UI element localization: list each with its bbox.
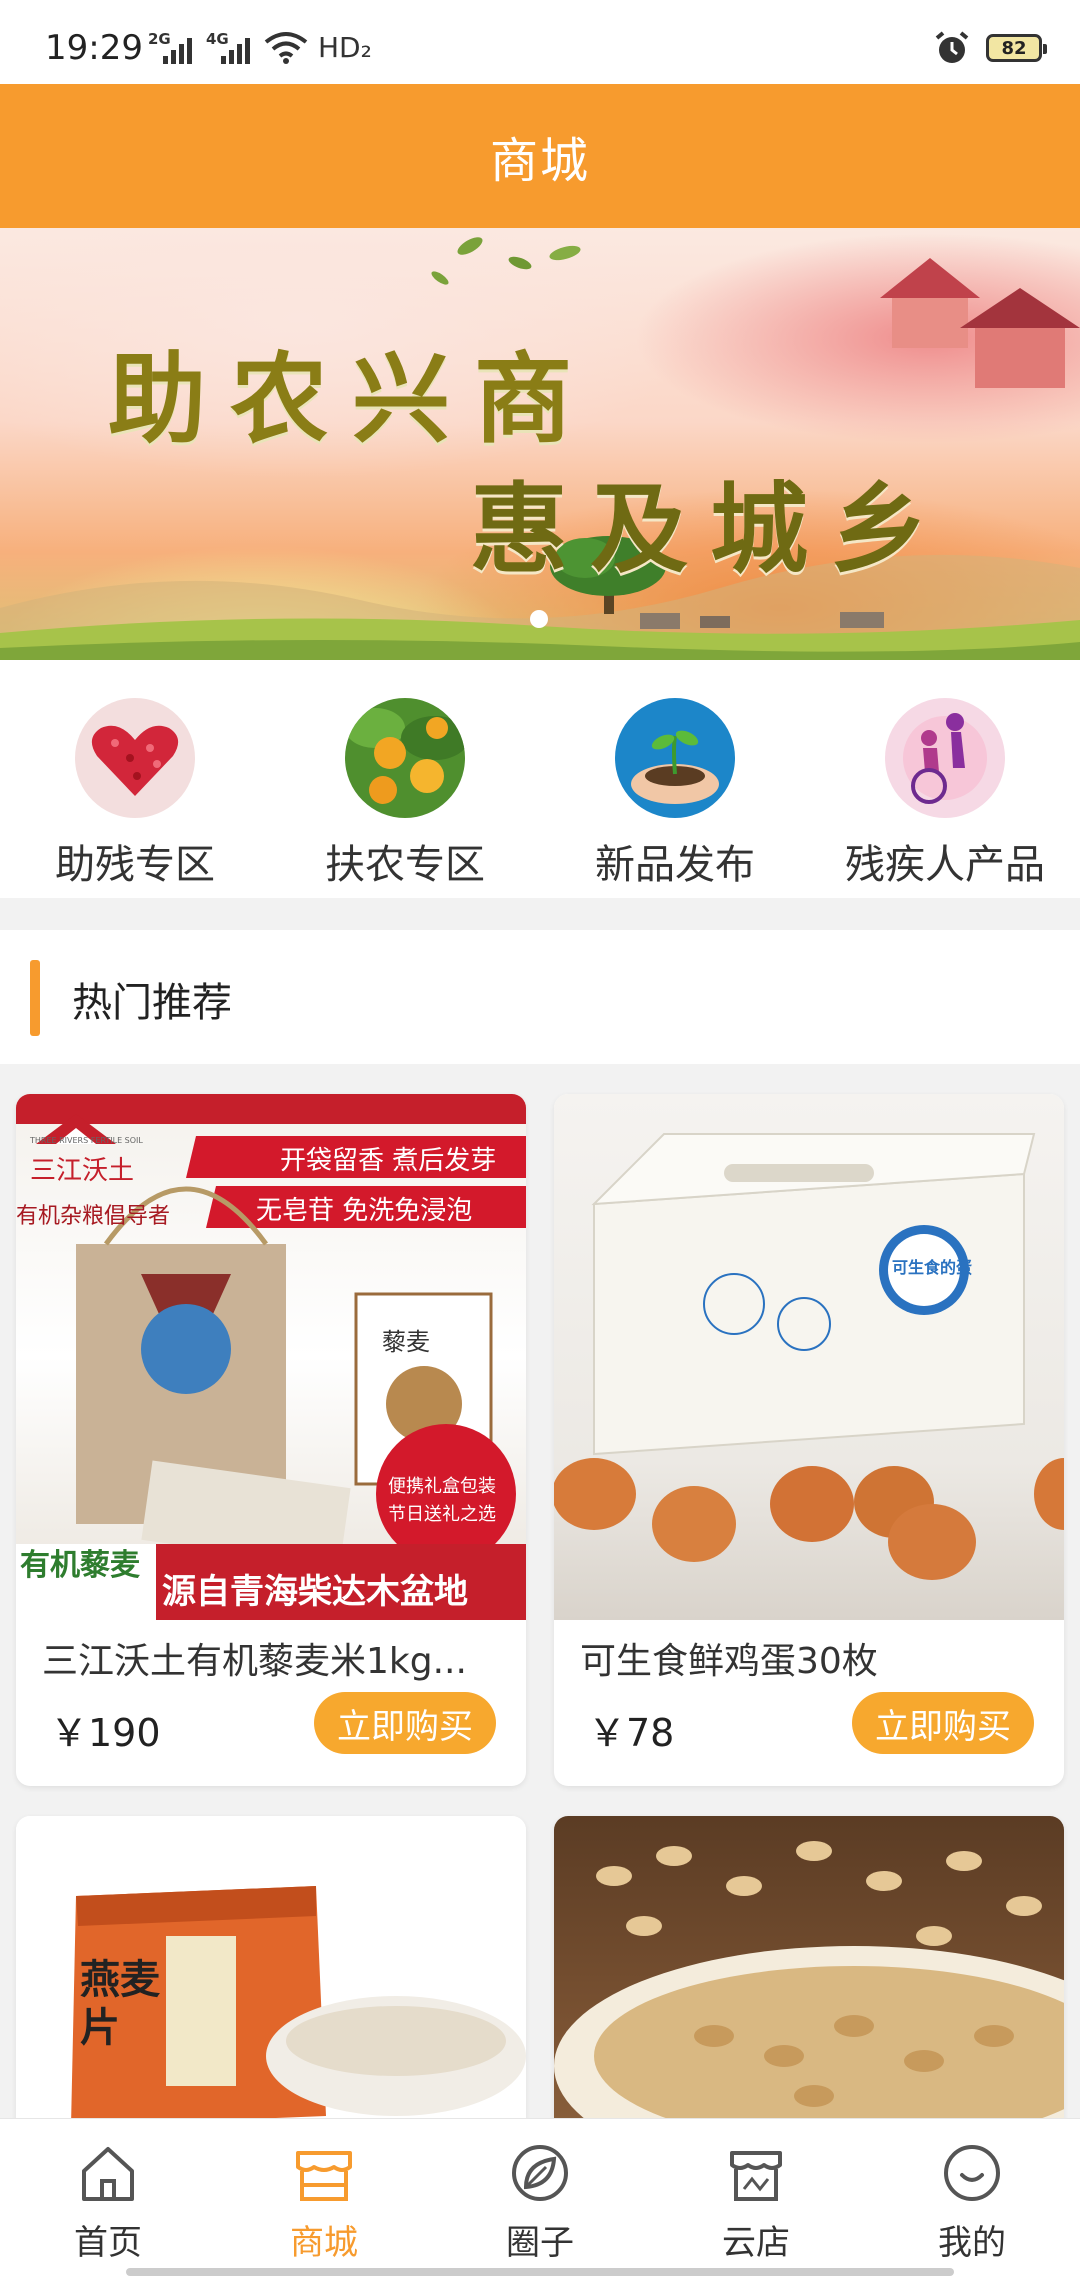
title-bar: 商城: [0, 84, 1080, 228]
circle-leaf-icon: [512, 2145, 568, 2201]
product-name: 三江沃土有机藜麦米1kg...: [42, 1641, 467, 1682]
product-card[interactable]: 可生食的蛋 可生食鲜鸡蛋30枚 ￥78 立即购买: [554, 1094, 1064, 1786]
battery-icon: 82: [986, 34, 1047, 62]
organic-label: 有机藜麦: [20, 1548, 140, 1583]
origin-label: 源自青海柴达木盆地: [162, 1572, 468, 1612]
shop-icon: [296, 2151, 352, 2201]
nav-home[interactable]: 首页: [0, 2119, 216, 2281]
category-disabled-zone[interactable]: 助残专区: [0, 660, 270, 898]
product-image: 可生食的蛋: [554, 1094, 1064, 1620]
network-indicators: 2G 4G HD₂: [148, 30, 372, 64]
product-price: ￥78: [588, 1711, 675, 1755]
product-card[interactable]: 三江沃土 THREE RIVERS FERTILE SOIL 有机杂粮倡导者 开…: [16, 1094, 526, 1786]
banner-slogan-line1: 助农兴商: [108, 342, 597, 457]
store-icon: [730, 2151, 782, 2201]
gift-badge-line2: 节日送礼之选: [388, 1504, 496, 1525]
nav-label: 首页: [74, 2223, 142, 2263]
brand-english: THREE RIVERS FERTILE SOIL: [30, 1136, 143, 1145]
category-disabled-products[interactable]: 残疾人产品: [810, 660, 1080, 898]
battery-level: 82: [1001, 37, 1027, 59]
product-image: 三江沃土 THREE RIVERS FERTILE SOIL 有机杂粮倡导者 开…: [16, 1094, 526, 1620]
bottom-navigation: 首页 商城 圈子 云店 我的: [0, 2118, 1080, 2281]
banner-carousel[interactable]: 助农兴商 惠及城乡: [0, 228, 1080, 660]
hot-recommend-header: 热门推荐: [0, 930, 1080, 1064]
category-label: 残疾人产品: [845, 842, 1045, 888]
tag-2: 无皂苷 免洗免浸泡: [256, 1196, 473, 1226]
nav-mine[interactable]: 我的: [864, 2119, 1080, 2281]
product-price: ￥190: [50, 1711, 161, 1755]
category-farm-zone[interactable]: 扶农专区: [270, 660, 540, 898]
home-icon: [82, 2147, 134, 2201]
buy-now-button[interactable]: 立即购买: [314, 1692, 496, 1754]
nav-circle[interactable]: 圈子: [432, 2119, 648, 2281]
smile-icon: [944, 2145, 1000, 2201]
wifi-icon: [264, 32, 308, 64]
buy-now-button[interactable]: 立即购买: [852, 1692, 1034, 1754]
category-label: 助残专区: [55, 842, 215, 888]
hd-indicator: HD₂: [318, 31, 372, 64]
heart-icon: [75, 698, 195, 818]
pack-label: 藜麦: [382, 1328, 430, 1356]
carousel-indicator-dot: [530, 610, 548, 628]
alarm-icon: [935, 31, 969, 63]
nav-label: 我的: [938, 2223, 1006, 2263]
brand-slogan: 有机杂粮倡导者: [16, 1204, 171, 1229]
status-bar: 19:29 2G 4G HD₂ 82: [0, 0, 1080, 84]
sprout-in-hands-icon: [615, 698, 735, 818]
product-name: 可生食鲜鸡蛋30枚: [580, 1641, 878, 1682]
category-grid: 助残专区 扶农专区 新品发布 残疾人产品: [0, 660, 1080, 898]
signal-4g-icon: 4G: [206, 30, 250, 64]
home-indicator[interactable]: [126, 2268, 954, 2276]
box-label: 可生食的蛋: [892, 1258, 973, 1277]
category-label: 扶农专区: [325, 842, 485, 888]
banner-slogan-line2: 惠及城乡: [470, 472, 951, 587]
brand-logo-text: 三江沃土: [30, 1156, 135, 1186]
nav-label: 商城: [290, 2223, 358, 2263]
nav-label: 圈子: [506, 2223, 574, 2263]
pack-label: 燕麦片: [80, 1956, 160, 2051]
nav-cloud-store[interactable]: 云店: [648, 2119, 864, 2281]
section-title: 热门推荐: [72, 980, 232, 1026]
page-title: 商城: [489, 133, 590, 189]
orange-tree-icon: [345, 698, 465, 818]
wheelchair-icon: [885, 698, 1005, 818]
category-label: 新品发布: [595, 842, 755, 888]
signal-2g-icon: 2G: [148, 30, 192, 64]
section-accent-bar: [30, 960, 40, 1036]
nav-mall[interactable]: 商城: [216, 2119, 432, 2281]
status-time: 19:29: [45, 28, 143, 68]
tag-1: 开袋留香 煮后发芽: [280, 1146, 497, 1176]
category-new-products[interactable]: 新品发布: [540, 660, 810, 898]
gift-badge-line1: 便携礼盒包装: [388, 1476, 496, 1497]
nav-label: 云店: [722, 2223, 790, 2263]
